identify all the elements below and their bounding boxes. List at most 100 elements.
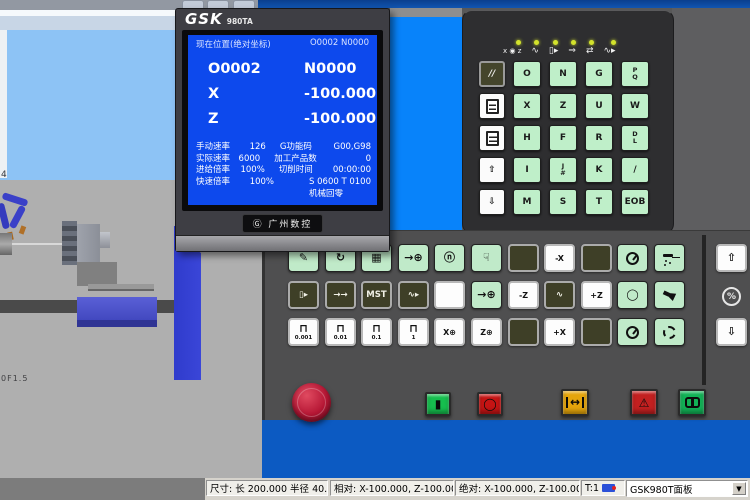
override-down-button[interactable]: ⇩ [716,318,747,346]
blank-button-3[interactable] [434,281,465,309]
key-s[interactable]: S [549,189,577,215]
power-off-icon: ◯ [483,398,496,410]
pulse-icon: ⊓ [409,323,418,335]
cursor-up-key[interactable]: ⇧ [479,157,505,183]
power-off-button[interactable]: ◯ [477,392,503,416]
key-n[interactable]: N [549,61,577,87]
brand-strip: Ⓖ 广州数控 [176,211,389,235]
blank-button-4[interactable] [508,318,539,346]
program-key[interactable] [479,93,505,119]
step-0001-button[interactable]: ⊓0.001 [288,318,319,346]
panel-window-side [672,8,750,232]
single-block-button[interactable]: ▯▸ [288,281,319,309]
tool-status: T:1 [581,480,625,496]
box-down-icon: ⇩ [727,326,736,338]
gsk980t-simulator: 4 0F1.5 x ◉ z∿▯▸⇒⇄∿▸ //ONGPQXZUWHFRDL⇧IJ… [0,0,750,500]
spindle-axis-line [12,243,64,245]
key-j[interactable]: J# [549,157,577,183]
absolute-position-status: 绝对: X-100.000, Z-100.000 [455,480,580,496]
key-i[interactable]: I [513,157,541,183]
x-origin-button[interactable]: X⊕ [434,318,465,346]
override-up-button[interactable]: ⇧ [716,244,747,272]
mst-icon: MST [366,289,386,301]
size-status: 尺寸: 长 200.000 半径 40.00 [206,480,328,496]
pulse-icon: ⊓ [372,323,381,335]
cursor-down-key[interactable]: ⇩ [479,189,505,215]
jog-mode-button[interactable]: ☟ [471,244,502,272]
tailstock-icon: ↔ [566,397,584,408]
tool-change-button[interactable] [654,281,685,309]
key-h[interactable]: H [513,125,541,151]
key-m[interactable]: M [513,189,541,215]
info-line: 进给倍率100%切削时间00:00:00 [188,165,377,177]
blank-button-5[interactable] [581,318,612,346]
mst-lock-button[interactable]: MST [361,281,392,309]
panel-select-dropdown[interactable]: GSK980T面板 ▼ [626,480,748,497]
step-001-button[interactable]: ⊓0.01 [325,318,356,346]
blank-button-2[interactable] [581,244,612,272]
step-1-button[interactable]: ⊓1 [398,318,429,346]
wave-icon: ∿ [556,289,563,301]
machine-zero-indicator: x ◉ z [503,40,521,57]
tool-icon [602,484,615,492]
key-d-l[interactable]: DL [621,125,649,151]
z-origin-button[interactable]: Z⊕ [471,318,502,346]
power-on-button[interactable]: ▮ [425,392,451,416]
indicator-led [611,40,616,45]
panel-window-frame [390,8,462,17]
indicator-led [534,40,539,45]
z-label: Z [208,107,304,132]
key-u[interactable]: U [585,93,613,119]
coolant-button[interactable] [654,244,685,272]
key-o[interactable]: O [513,61,541,87]
handwheel-button[interactable]: ∿ [544,281,575,309]
skip-button[interactable]: →→ [325,281,356,309]
key-w[interactable]: W [621,93,649,119]
chevron-down-icon[interactable]: ▼ [732,482,746,495]
z-axis-row: Z -100.000 [208,107,349,132]
rapid-override-button[interactable] [617,244,648,272]
eob-key[interactable]: EOB [621,189,649,215]
emergency-stop-button[interactable] [292,383,331,422]
indicator-led [571,40,576,45]
key-f[interactable]: F [549,125,577,151]
reset-key[interactable]: // [479,61,505,87]
key-p-q[interactable]: PQ [621,61,649,87]
spindle-button[interactable]: ◯ [617,281,648,309]
tool-post [77,262,117,286]
minus-z-button[interactable]: -Z [508,281,539,309]
program-zero-button[interactable]: →⊕ [471,281,502,309]
key-x[interactable]: X [513,93,541,119]
workpiece-stub [100,232,110,248]
o-number: O0002 [208,57,304,82]
step-01-button[interactable]: ⊓0.1 [361,318,392,346]
zero-icon: →⊕ [404,252,422,264]
key-t[interactable]: T [585,189,613,215]
tool-icon [663,289,676,301]
key-g[interactable]: G [585,61,613,87]
hydraulic-button[interactable] [678,389,706,416]
control-panel-lower [262,420,750,478]
dry-run-button[interactable]: ∿▸ [398,281,429,309]
lathe-chuck-jaws [62,221,77,265]
indicator-led [516,40,521,45]
tailstock-button[interactable]: ↔ [561,389,589,416]
spindle-override-button[interactable] [617,318,648,346]
machine-zero-mode-button[interactable]: →⊕ [398,244,429,272]
chuck-button[interactable] [654,318,685,346]
key-slash[interactable]: / [621,157,649,183]
plus-x-button[interactable]: +X [544,318,575,346]
z-value: -100.000 [304,107,376,132]
plus-z-button[interactable]: +Z [581,281,612,309]
single-step-button[interactable]: ⓝ [434,244,465,272]
blank-button-1[interactable] [508,244,539,272]
alarm-button[interactable]: ⚠ [630,389,658,416]
x-value: -100.000 [304,82,376,107]
tool-number: T:1 [585,483,599,494]
minus-x-button[interactable]: -X [544,244,575,272]
offset-key[interactable] [479,125,505,151]
key-r[interactable]: R [585,125,613,151]
gauge-icon [626,252,639,265]
key-k[interactable]: K [585,157,613,183]
key-z[interactable]: Z [549,93,577,119]
